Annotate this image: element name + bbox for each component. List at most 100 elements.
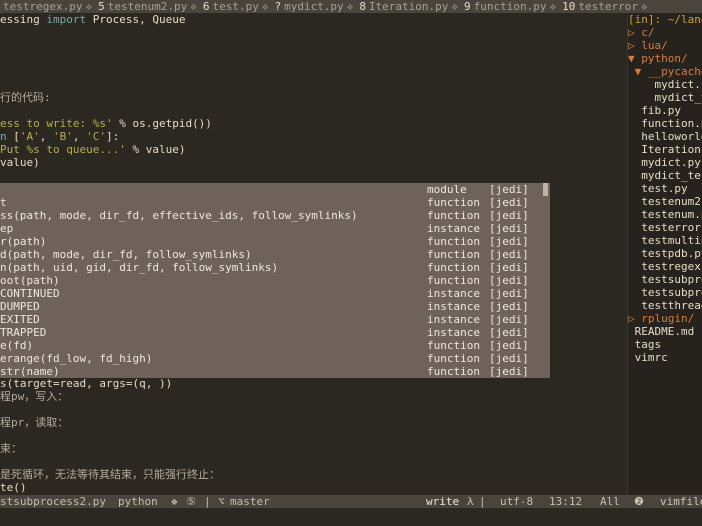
tree-file[interactable]: testenum2. xyxy=(628,195,702,208)
code-token: [ xyxy=(6,130,20,143)
status-mode: write xyxy=(426,495,460,508)
status-lambda: λ xyxy=(467,495,474,508)
tree-file[interactable]: mydict.py xyxy=(628,156,702,169)
tab-item[interactable]: testregex.py ❖ xyxy=(0,0,95,13)
completion-kind: function xyxy=(427,196,480,209)
completion-item[interactable]: n(path, uid, gid, dir_fd, follow_symlink… xyxy=(0,261,550,274)
completion-kind: instance xyxy=(427,326,480,339)
tree-file[interactable]: test.py xyxy=(628,182,702,195)
tree-directory[interactable]: ▷ c/ xyxy=(628,26,702,39)
completion-source: [jedi] xyxy=(489,352,529,365)
tab-number: 10 xyxy=(562,0,576,13)
completion-word: TRAPPED xyxy=(0,326,47,339)
code-token: value) xyxy=(0,156,40,169)
tree-file[interactable]: helloworld xyxy=(628,130,702,143)
tree-file[interactable]: testsubpro xyxy=(628,286,702,299)
tree-directory[interactable]: ▼ python/ xyxy=(628,52,702,65)
completion-popup[interactable]: module [jedi] t function [jedi] ss(path, mode… xyxy=(0,183,550,378)
completion-item[interactable]: t function [jedi] xyxy=(0,196,550,209)
code-line[interactable]: 束： xyxy=(0,442,626,455)
tree-file[interactable]: README.md xyxy=(628,325,702,338)
completion-source: [jedi] xyxy=(489,287,529,300)
tab-item[interactable]: 10 testerror ❖ xyxy=(559,0,650,13)
tree-file[interactable]: Iteration. xyxy=(628,143,702,156)
code-line[interactable] xyxy=(0,403,626,416)
code-line[interactable]: Put %s to queue...' % value) xyxy=(0,143,626,156)
tab-item[interactable]: 9 function.py ❖ xyxy=(461,0,559,13)
completion-item[interactable]: CONTINUED instance [jedi] xyxy=(0,287,550,300)
code-line[interactable]: value) xyxy=(0,156,626,169)
code-line[interactable]: s(target=read, args=(q, )) xyxy=(0,377,626,390)
code-line[interactable]: ess to write: %s' % os.getpid()) xyxy=(0,117,626,130)
tab-item[interactable]: 8 Iteration.py ❖ xyxy=(356,0,461,13)
tree-directory[interactable]: ▼ __pycache xyxy=(628,65,702,78)
tree-file[interactable]: vimrc xyxy=(628,351,702,364)
tree-file[interactable]: testthread xyxy=(628,299,702,312)
tree-file[interactable]: mydict.cp xyxy=(628,78,702,91)
code-line[interactable]: 行的代码: xyxy=(0,91,626,104)
code-line[interactable]: 程pw，写入： xyxy=(0,390,626,403)
completion-word: ss(path, mode, dir_fd, effective_ids, fo… xyxy=(0,209,358,222)
tab-item[interactable]: 6 test.py ❖ xyxy=(200,0,272,13)
completion-item[interactable]: DUMPED instance [jedi] xyxy=(0,300,550,313)
code-line[interactable] xyxy=(0,65,626,78)
file-tree[interactable]: [in]: ~/lang ▷ c/▷ lua/▼ python/ ▼ __pyca… xyxy=(628,13,702,495)
tree-directory[interactable]: ▷ lua/ xyxy=(628,39,702,52)
completion-item[interactable]: r(path) function [jedi] xyxy=(0,235,550,248)
code-line[interactable]: n ['A', 'B', 'C']: xyxy=(0,130,626,143)
tab-number: 5 xyxy=(98,0,105,13)
tab-item[interactable]: ? mydict.py ❖ xyxy=(271,0,356,13)
completion-item[interactable]: erange(fd_low, fd_high) function [jedi] xyxy=(0,352,550,365)
code-line[interactable] xyxy=(0,52,626,65)
completion-item[interactable]: oot(path) function [jedi] xyxy=(0,274,550,287)
code-token: ess to write: %s' xyxy=(0,117,113,130)
code-token: 束： xyxy=(0,442,22,455)
code-line[interactable] xyxy=(0,455,626,468)
code-line[interactable] xyxy=(0,39,626,52)
code-line[interactable] xyxy=(0,104,626,117)
code-line[interactable] xyxy=(0,78,626,91)
tree-file[interactable]: testmultip xyxy=(628,234,702,247)
tree-file[interactable]: testsubpro xyxy=(628,273,702,286)
code-line[interactable] xyxy=(0,429,626,442)
status-filename: stsubprocess2.py xyxy=(0,495,106,508)
completion-item[interactable]: str(name) function [jedi] xyxy=(0,365,550,378)
tree-file[interactable]: mydict_te xyxy=(628,91,702,104)
code-token: n xyxy=(0,130,7,143)
completion-kind: function xyxy=(427,352,480,365)
code-line[interactable]: essing import Process, Queue xyxy=(0,13,626,26)
status-separator: | xyxy=(204,495,211,508)
completion-item[interactable]: module [jedi] xyxy=(0,183,550,196)
tree-file[interactable]: testregex. xyxy=(628,260,702,273)
tree-file[interactable]: tags xyxy=(628,338,702,351)
tab-separator-icon: ❖ xyxy=(451,0,459,13)
tree-file[interactable]: mydict_tes xyxy=(628,169,702,182)
completion-item[interactable]: e(fd) function [jedi] xyxy=(0,339,550,352)
completion-item[interactable]: d(path, mode, dir_fd, follow_symlinks) fu… xyxy=(0,248,550,261)
completion-item[interactable]: ss(path, mode, dir_fd, effective_ids, fo… xyxy=(0,209,550,222)
status-separator: | xyxy=(479,495,486,508)
code-token: 'A' xyxy=(19,130,40,143)
tab-item[interactable]: 5 testenum2.py ❖ xyxy=(95,0,200,13)
completion-item[interactable]: TRAPPED instance [jedi] xyxy=(0,326,550,339)
completion-word: oot(path) xyxy=(0,274,60,287)
completion-item[interactable]: EXITED instance [jedi] xyxy=(0,313,550,326)
command-line[interactable] xyxy=(0,508,702,526)
code-token: , xyxy=(39,130,53,143)
code-line[interactable]: 是死循环，无法等待其结束，只能强行终止： xyxy=(0,468,626,481)
tree-file[interactable]: function.p xyxy=(628,117,702,130)
completion-word: e(fd) xyxy=(0,339,34,352)
code-line[interactable] xyxy=(0,26,626,39)
code-line[interactable]: 程pr，读取： xyxy=(0,416,626,429)
tree-directory[interactable]: ▷ rplugin/ xyxy=(628,312,702,325)
status-buffer-number: ⑤ xyxy=(186,495,196,508)
tree-file[interactable]: fib.py xyxy=(628,104,702,117)
tree-file[interactable]: testerror. xyxy=(628,221,702,234)
tree-file[interactable]: testpdb.py xyxy=(628,247,702,260)
code-line[interactable] xyxy=(0,169,626,182)
completion-item[interactable]: ep instance [jedi] xyxy=(0,222,550,235)
code-line[interactable]: te() xyxy=(0,481,626,494)
code-token: import xyxy=(46,13,87,26)
tab-separator-icon: ❖ xyxy=(641,0,648,13)
tree-file[interactable]: testenum.p xyxy=(628,208,702,221)
